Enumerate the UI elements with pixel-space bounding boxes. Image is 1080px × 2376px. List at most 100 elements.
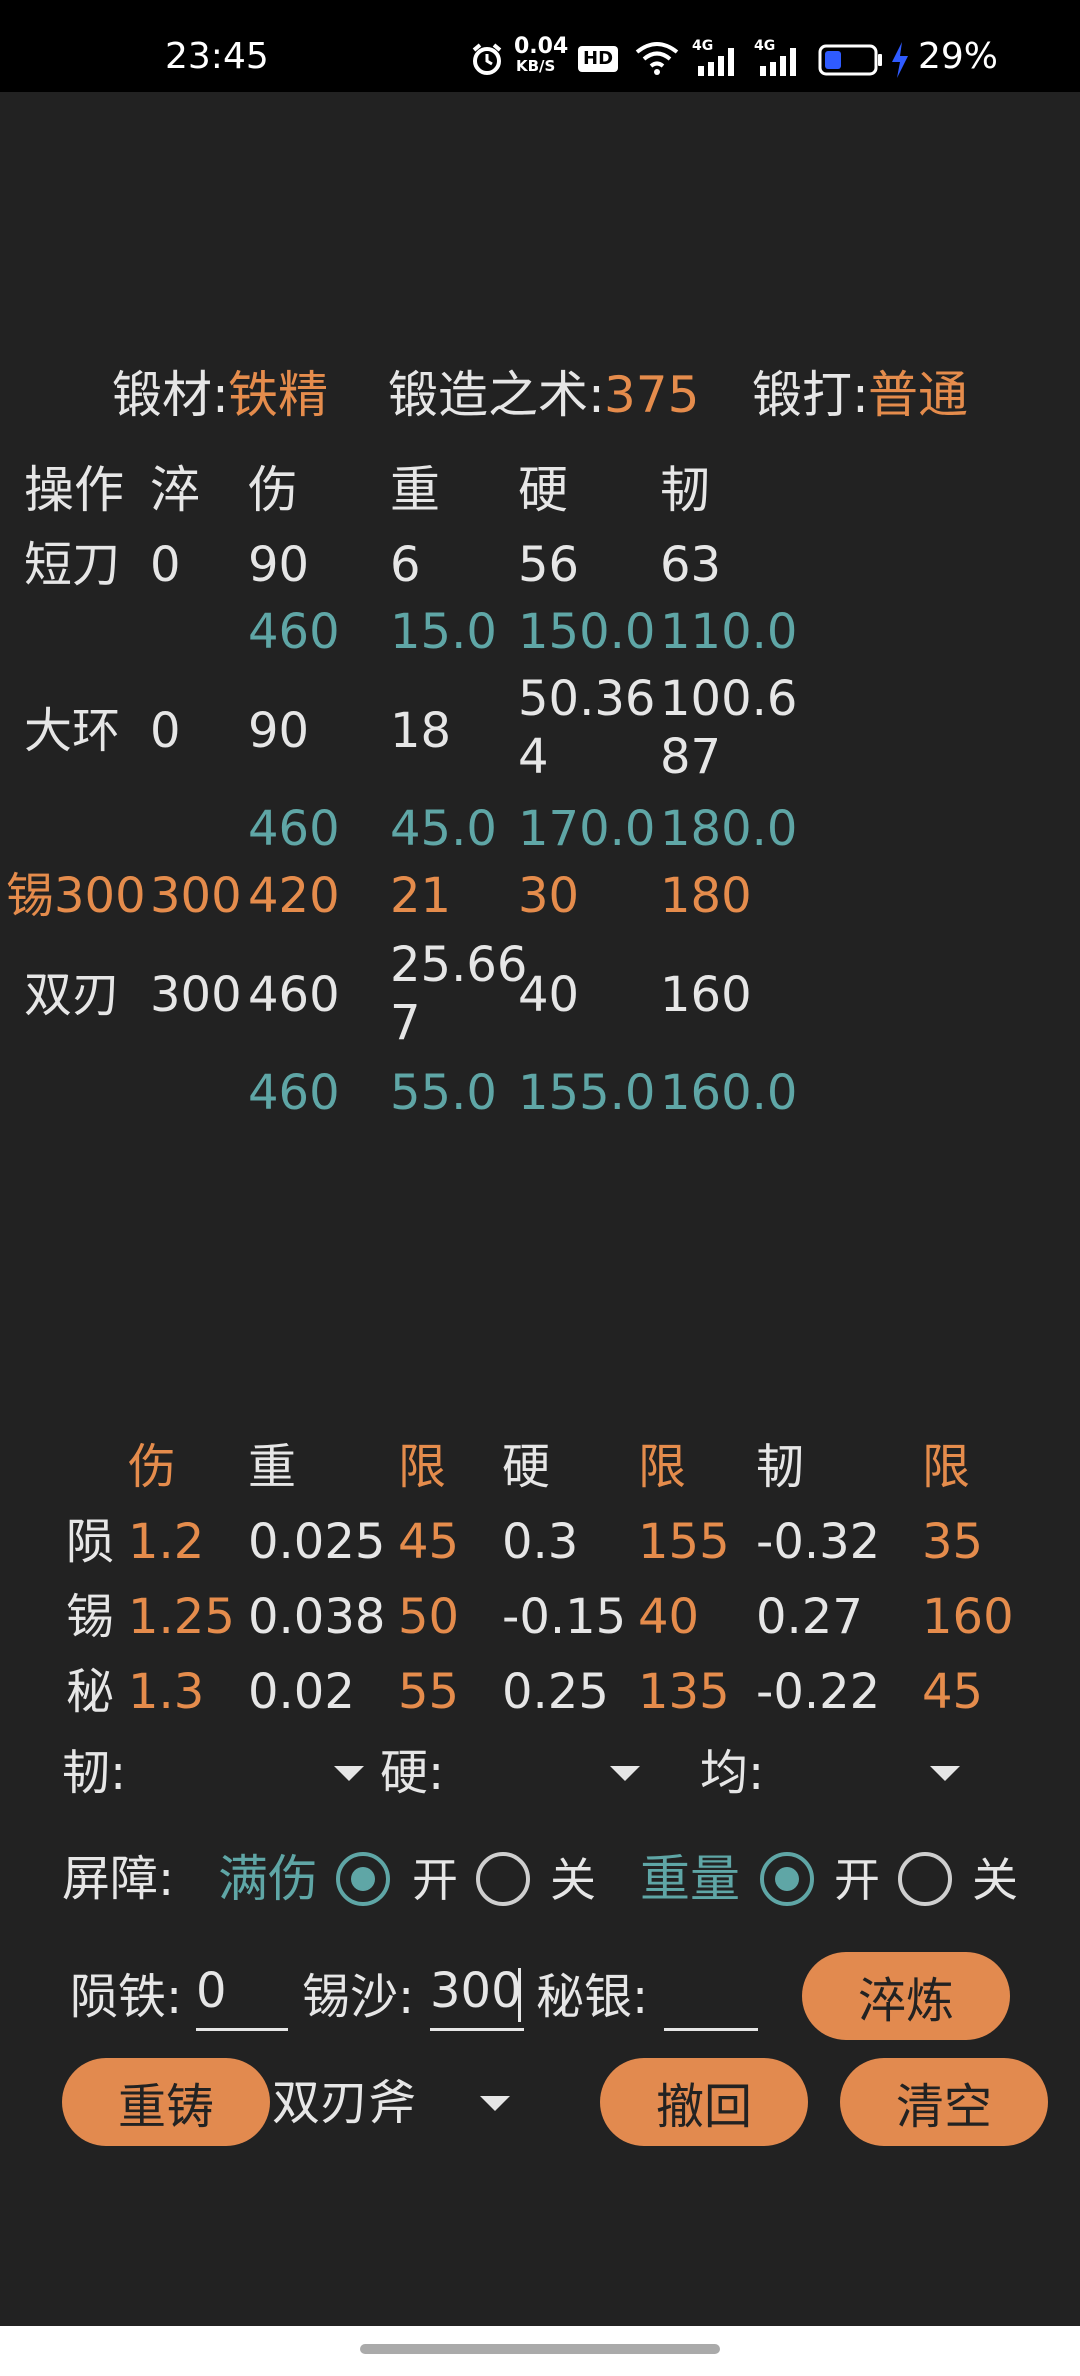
quench-button[interactable]: 淬炼 xyxy=(802,1952,1010,2040)
full-damage-off-label: 关 xyxy=(550,1853,596,1907)
coef-header-limit: 限 xyxy=(922,1439,971,1495)
coef-cell: 1.2 xyxy=(128,1514,205,1570)
row-dmg: 460 xyxy=(248,967,340,1023)
col-header-wt: 重 xyxy=(390,461,440,519)
tin-input-underline xyxy=(430,2028,524,2031)
row-wt: 15.0 xyxy=(390,604,497,660)
coef-row-label: 秘 xyxy=(66,1664,115,1720)
coef-cell: 1.25 xyxy=(128,1589,235,1645)
row-name: 双刃 xyxy=(24,967,121,1023)
chevron-down-icon[interactable] xyxy=(610,1766,640,1781)
net-unit: KB/S xyxy=(516,57,556,75)
status-time: 23:45 xyxy=(165,36,269,77)
coef-cell: -0.32 xyxy=(756,1514,881,1570)
row-tough: 180 xyxy=(660,868,752,924)
coef-cell: -0.22 xyxy=(756,1664,881,1720)
battery-percent: 29% xyxy=(918,36,999,77)
coef-cell: 45 xyxy=(398,1514,460,1570)
coef-cell: 55 xyxy=(398,1664,460,1720)
row-tough: 180.0 xyxy=(660,801,798,857)
undo-button[interactable]: 撤回 xyxy=(600,2058,808,2146)
col-header-hard: 硬 xyxy=(518,461,568,519)
weight-on-label: 开 xyxy=(834,1853,880,1907)
recast-button[interactable]: 重铸 xyxy=(62,2058,270,2146)
chevron-down-icon[interactable] xyxy=(334,1766,364,1781)
coef-header-dmg: 伤 xyxy=(128,1439,177,1495)
signal-icon-2 xyxy=(760,48,796,76)
chevron-down-icon[interactable] xyxy=(480,2096,510,2111)
weapon-select-value: 双刃斧 xyxy=(272,2075,417,2131)
row-dmg: 90 xyxy=(248,537,310,593)
row-dmg: 460 xyxy=(248,1065,340,1121)
col-header-tough: 韧 xyxy=(660,461,710,519)
full-damage-on-label: 开 xyxy=(412,1853,458,1907)
row-hard-wrap: 4 xyxy=(518,729,549,785)
coef-cell: 1.3 xyxy=(128,1664,205,1720)
coef-cell: 0.3 xyxy=(502,1514,579,1570)
row-quench: 300 xyxy=(150,967,242,1023)
row-hard: 155.0 xyxy=(518,1065,656,1121)
forge-label: 锻打: xyxy=(752,366,869,424)
row-wt: 6 xyxy=(390,537,421,593)
row-hard: 56 xyxy=(518,537,580,593)
row-hard: 40 xyxy=(518,967,580,1023)
row-quench: 0 xyxy=(150,537,181,593)
row-tough-wrap: 87 xyxy=(660,729,722,785)
clear-button[interactable]: 清空 xyxy=(840,2058,1048,2146)
meteor-label: 陨铁: xyxy=(70,1969,183,2025)
coef-header-tough: 韧 xyxy=(756,1439,805,1495)
row-name: 大环 xyxy=(24,703,121,759)
coef-cell: 45 xyxy=(922,1664,984,1720)
weight-off-radio[interactable] xyxy=(898,1852,952,1906)
coef-row-label: 陨 xyxy=(66,1514,115,1570)
coef-cell: 0.038 xyxy=(248,1589,386,1645)
row-dmg: 460 xyxy=(248,801,340,857)
coef-header-wt: 重 xyxy=(248,1439,297,1495)
coef-cell: 0.025 xyxy=(248,1514,386,1570)
home-indicator[interactable] xyxy=(360,2344,720,2354)
row-wt: 25.66 xyxy=(390,937,528,993)
chevron-down-icon[interactable] xyxy=(930,1766,960,1781)
coef-cell: 50 xyxy=(398,1589,460,1645)
coef-cell: 35 xyxy=(922,1514,984,1570)
silver-label: 秘银: xyxy=(536,1969,649,2025)
row-wt: 21 xyxy=(390,868,452,924)
row-tough: 100.6 xyxy=(660,671,798,727)
silver-input-underline xyxy=(664,2028,758,2031)
text-cursor xyxy=(518,1968,521,2022)
row-hard: 170.0 xyxy=(518,801,656,857)
battery-icon xyxy=(818,44,882,76)
full-damage-label: 满伤 xyxy=(218,1850,318,1908)
material-label: 锻材: xyxy=(112,366,229,424)
row-dmg: 90 xyxy=(248,703,310,759)
row-tough: 63 xyxy=(660,537,722,593)
row-quench: 0 xyxy=(150,703,181,759)
material-value: 铁精 xyxy=(228,366,328,424)
meteor-input[interactable]: 0 xyxy=(196,1962,227,2020)
tin-input[interactable]: 300 xyxy=(430,1962,522,2020)
hd-icon: HD xyxy=(578,46,619,72)
weight-on-radio[interactable] xyxy=(760,1852,814,1906)
row-name: 短刀 xyxy=(24,537,121,593)
meteor-input-underline xyxy=(196,2028,288,2031)
signal-icon-1 xyxy=(698,48,734,76)
full-damage-off-radio[interactable] xyxy=(476,1852,530,1906)
row-tough: 160 xyxy=(660,967,752,1023)
select-tough-label: 韧: xyxy=(62,1745,127,1801)
coef-cell: 0.02 xyxy=(248,1664,355,1720)
select-hard-label: 硬: xyxy=(380,1745,445,1801)
row-wt-wrap: 7 xyxy=(390,995,421,1051)
weight-label: 重量 xyxy=(640,1850,740,1908)
row-tough: 160.0 xyxy=(660,1065,798,1121)
row-tough: 110.0 xyxy=(660,604,798,660)
charging-icon xyxy=(892,42,908,78)
row-hard: 150.0 xyxy=(518,604,656,660)
col-header-dmg: 伤 xyxy=(248,461,298,519)
row-wt: 18 xyxy=(390,703,452,759)
row-quench: 300 xyxy=(150,868,242,924)
row-wt: 45.0 xyxy=(390,801,497,857)
coef-cell: 135 xyxy=(638,1664,730,1720)
barrier-label: 屏障: xyxy=(62,1851,175,1907)
skill-label: 锻造之术: xyxy=(388,366,605,424)
full-damage-on-radio[interactable] xyxy=(336,1852,390,1906)
